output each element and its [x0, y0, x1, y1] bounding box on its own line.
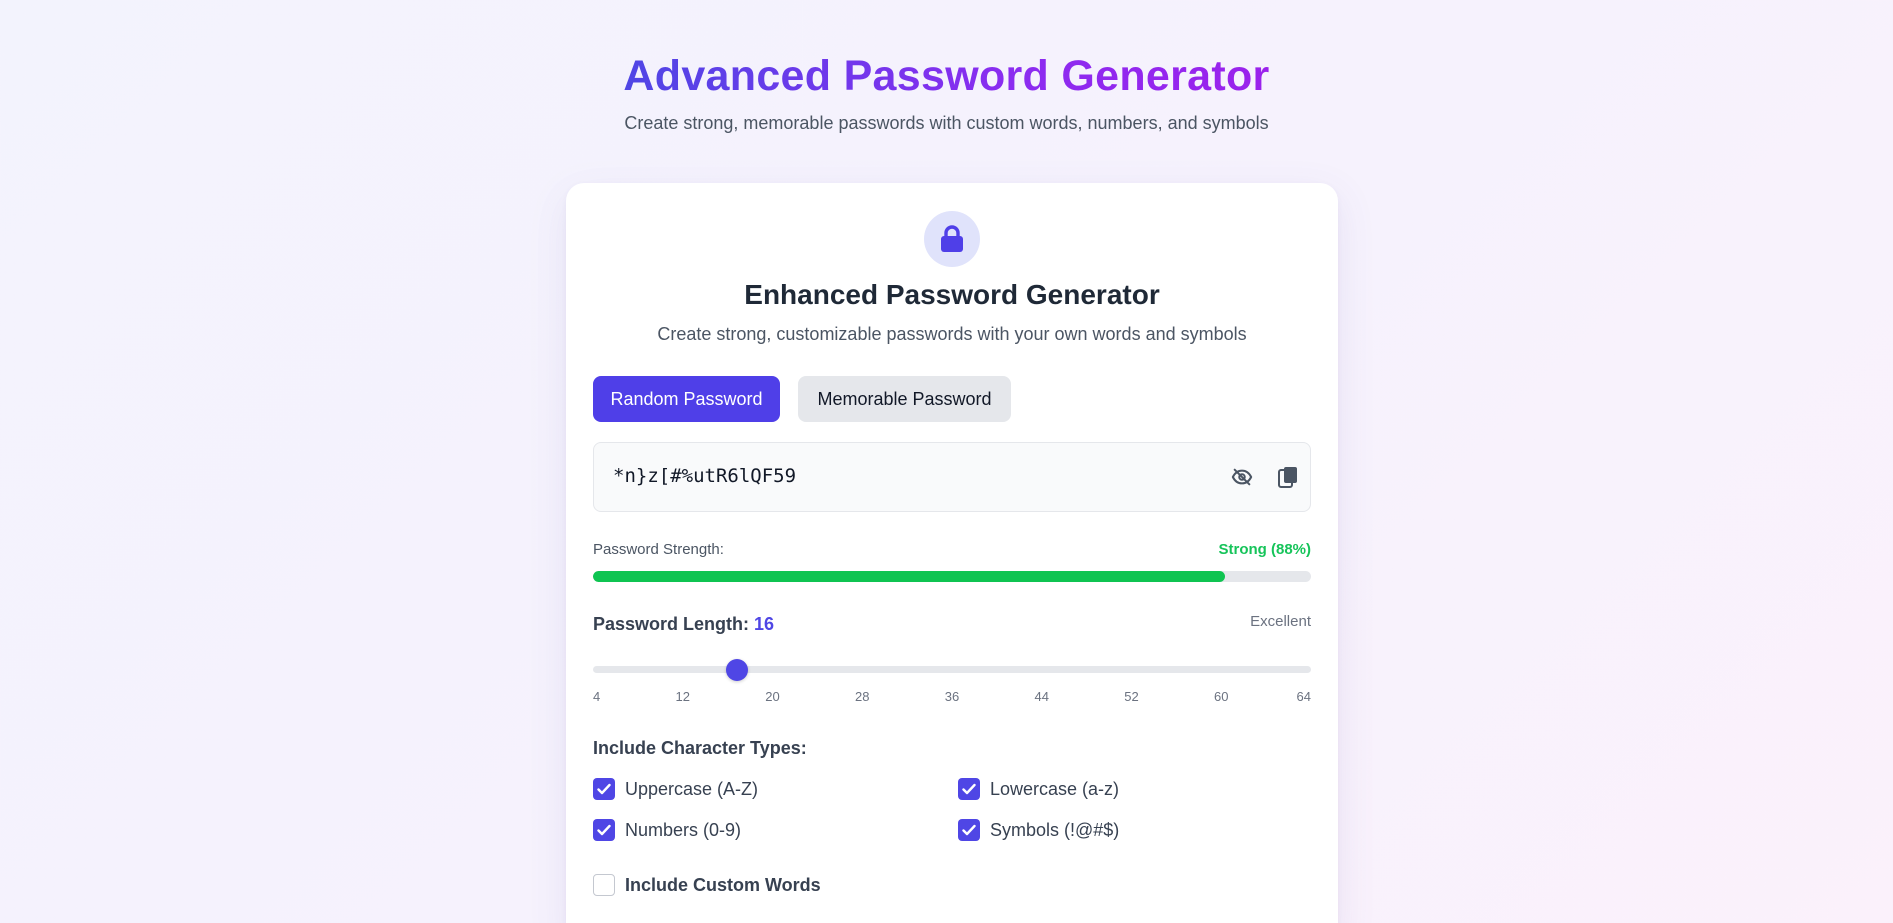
uppercase-option[interactable]: Uppercase (A-Z)	[593, 777, 758, 801]
lowercase-label: Lowercase (a-z)	[990, 778, 1120, 799]
slider-tick-label: 36	[944, 689, 960, 704]
eye-slash-icon	[1231, 468, 1253, 486]
check-icon	[962, 783, 976, 795]
tab-memorable-password[interactable]: Memorable Password	[798, 376, 1011, 422]
password-output[interactable]: *n}z[#%utR6lQF59	[593, 442, 1311, 512]
slider-tick-label: 20	[765, 689, 780, 704]
length-label: Password Length: 16	[593, 614, 775, 634]
character-types-heading: Include Character Types:	[593, 738, 807, 758]
custom-words-checkbox[interactable]	[593, 874, 615, 896]
check-icon	[597, 824, 611, 836]
slider-tick-label: 4	[593, 689, 601, 704]
strength-label: Password Strength:	[593, 541, 724, 558]
slider-tick-label: 52	[1124, 689, 1139, 704]
check-icon	[962, 824, 976, 836]
copy-icon	[1278, 467, 1297, 488]
copy-button[interactable]	[1276, 465, 1300, 489]
length-quality: Excellent	[1250, 613, 1311, 630]
length-slider-thumb[interactable]	[725, 659, 748, 681]
custom-words-option[interactable]: Include Custom Words	[593, 873, 821, 897]
symbols-option[interactable]: Symbols (!@#$)	[958, 818, 1119, 842]
generator-card: Enhanced Password Generator Create stron…	[566, 183, 1338, 923]
check-icon	[597, 783, 611, 795]
lock-badge	[924, 211, 980, 267]
lowercase-option[interactable]: Lowercase (a-z)	[958, 777, 1119, 801]
numbers-option[interactable]: Numbers (0-9)	[593, 818, 741, 842]
slider-tick-label: 64	[1296, 689, 1311, 704]
strength-meter-fill	[593, 571, 1225, 582]
toggle-visibility-button[interactable]	[1230, 465, 1254, 489]
strength-value: Strong (88%)	[1218, 541, 1311, 558]
card-subtitle: Create strong, customizable passwords wi…	[657, 324, 1247, 344]
length-slider-ticks: 4 12 20 28 36 44 52 60 64	[593, 689, 1311, 707]
symbols-label: Symbols (!@#$)	[990, 819, 1120, 840]
length-slider[interactable]	[593, 659, 1311, 681]
page-title: Advanced Password Generator	[623, 52, 1270, 100]
slider-tick-label: 28	[855, 689, 870, 704]
custom-words-label: Include Custom Words	[625, 874, 821, 895]
password-value[interactable]: *n}z[#%utR6lQF59	[613, 465, 796, 487]
card-title: Enhanced Password Generator	[744, 279, 1160, 310]
slider-tick-label: 12	[675, 689, 690, 704]
slider-tick-label: 44	[1034, 689, 1049, 704]
slider-tick-label: 60	[1214, 689, 1229, 704]
uppercase-label: Uppercase (A-Z)	[625, 778, 759, 799]
page-subtitle: Create strong, memorable passwords with …	[624, 113, 1269, 133]
lock-icon	[941, 225, 963, 252]
length-value: 16	[754, 614, 775, 634]
tab-random-password[interactable]: Random Password	[593, 376, 780, 422]
lowercase-checkbox[interactable]	[958, 778, 980, 800]
strength-meter	[593, 571, 1311, 582]
symbols-checkbox[interactable]	[958, 819, 980, 841]
uppercase-checkbox[interactable]	[593, 778, 615, 800]
numbers-label: Numbers (0-9)	[625, 819, 742, 840]
numbers-checkbox[interactable]	[593, 819, 615, 841]
